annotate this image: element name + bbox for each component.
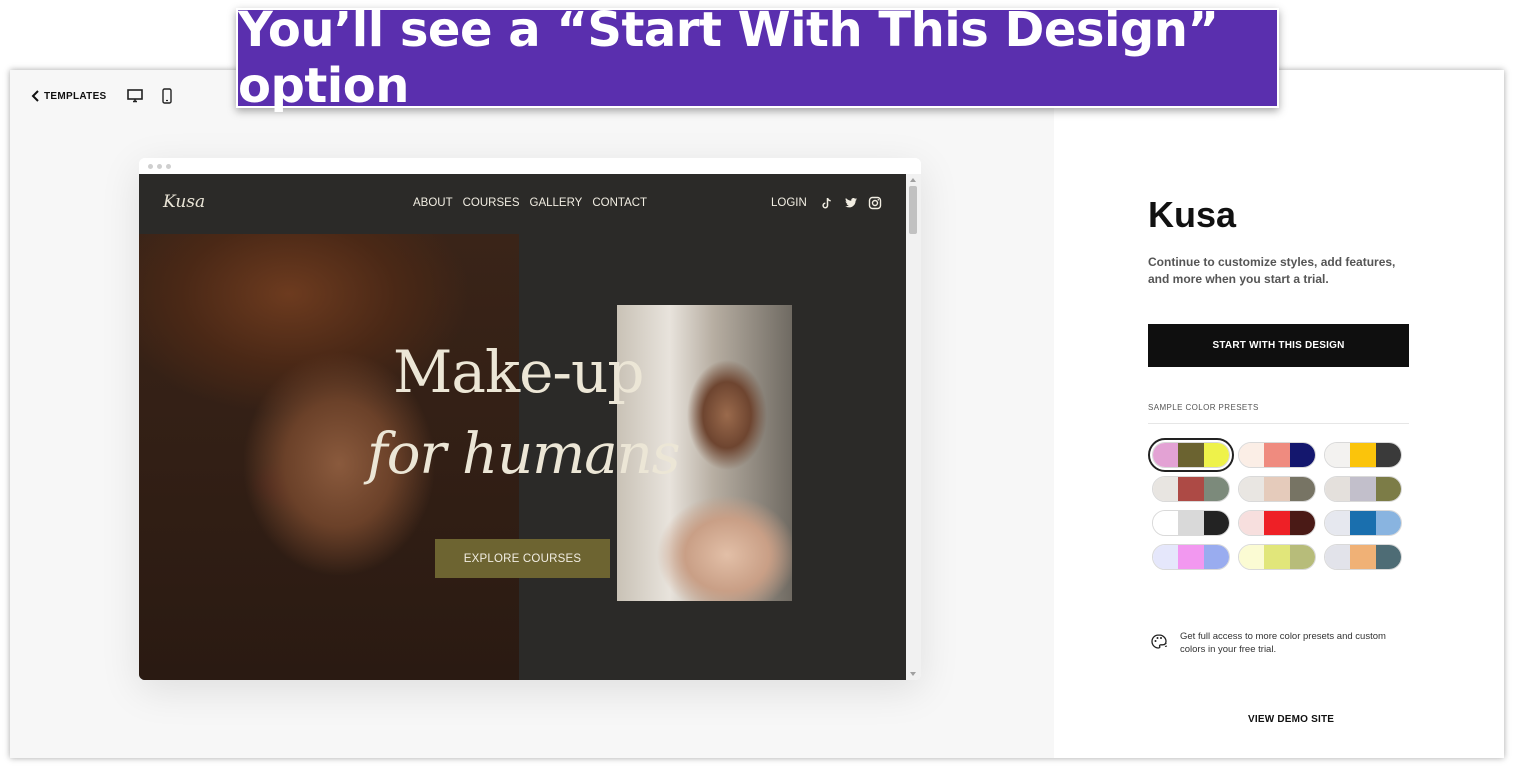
color-swatch	[1350, 443, 1376, 467]
chevron-left-icon	[31, 90, 39, 102]
templates-back-label: TEMPLATES	[44, 90, 107, 102]
color-swatch	[1264, 443, 1290, 467]
color-swatch	[1178, 477, 1204, 501]
browser-dot	[157, 163, 162, 169]
color-swatch	[1289, 545, 1315, 569]
color-swatch	[1178, 511, 1204, 535]
color-preset-8[interactable]	[1238, 510, 1316, 536]
color-preset-3[interactable]	[1324, 442, 1402, 468]
mobile-icon	[161, 88, 172, 104]
color-swatch	[1375, 511, 1401, 535]
preview-pane: TEMPLATES Kusa ABOUT COURSES GALLERY CON…	[10, 70, 1054, 758]
browser-dots	[139, 158, 921, 174]
hero-title-line1: Make-up	[393, 338, 645, 406]
instagram-icon[interactable]	[868, 196, 882, 210]
template-details-panel: Kusa Continue to customize styles, add f…	[1054, 70, 1504, 758]
presets-divider	[1148, 423, 1409, 424]
template-title: Kusa	[1148, 194, 1237, 235]
color-swatch	[1350, 477, 1376, 501]
site-preview: Kusa ABOUT COURSES GALLERY CONTACT LOGIN…	[139, 174, 906, 680]
color-swatch	[1203, 545, 1229, 569]
color-swatch	[1289, 511, 1315, 535]
color-swatch	[1264, 545, 1290, 569]
color-preset-4[interactable]	[1152, 476, 1230, 502]
site-nav-gallery[interactable]: GALLERY	[530, 197, 583, 209]
color-swatch	[1289, 443, 1315, 467]
start-with-this-design-button[interactable]: START WITH THIS DESIGN	[1148, 324, 1409, 367]
site-nav-courses[interactable]: COURSES	[463, 197, 520, 209]
site-login-link[interactable]: LOGIN	[771, 197, 807, 209]
color-swatch	[1325, 545, 1351, 569]
browser-dot	[148, 163, 153, 169]
color-swatch	[1153, 477, 1179, 501]
color-preset-5[interactable]	[1238, 476, 1316, 502]
palette-icon	[1151, 634, 1168, 649]
preview-toolbar: TEMPLATES	[28, 86, 177, 106]
upsell-note: Get full access to more color presets an…	[1150, 630, 1410, 656]
color-swatch	[1178, 545, 1204, 569]
scroll-down-arrow-icon[interactable]	[910, 672, 916, 676]
color-swatch	[1239, 511, 1265, 535]
color-swatch	[1325, 511, 1351, 535]
annotation-banner-text: You’ll see a “Start With This Design” op…	[238, 2, 1219, 114]
twitter-icon[interactable]	[844, 196, 858, 210]
color-swatch	[1203, 443, 1229, 467]
site-nav: ABOUT COURSES GALLERY CONTACT	[413, 197, 647, 209]
color-swatch	[1239, 443, 1265, 467]
color-swatch	[1375, 545, 1401, 569]
color-swatch	[1264, 477, 1290, 501]
template-preview-window: TEMPLATES Kusa ABOUT COURSES GALLERY CON…	[10, 70, 1504, 758]
color-swatch	[1350, 545, 1376, 569]
color-swatch	[1325, 443, 1351, 467]
color-swatch	[1153, 511, 1179, 535]
template-description: Continue to customize styles, add featur…	[1148, 255, 1396, 286]
color-swatch	[1203, 511, 1229, 535]
desktop-icon	[126, 89, 143, 103]
color-swatch	[1264, 511, 1290, 535]
color-preset-6[interactable]	[1324, 476, 1402, 502]
color-swatch	[1153, 443, 1179, 467]
color-preset-9[interactable]	[1324, 510, 1402, 536]
color-preset-1[interactable]	[1148, 438, 1234, 472]
site-nav-contact[interactable]: CONTACT	[592, 197, 647, 209]
explore-courses-button[interactable]: EXPLORE COURSES	[435, 539, 610, 578]
color-swatch	[1239, 545, 1265, 569]
desktop-view-button[interactable]	[125, 86, 145, 106]
hero-title-line2: for humans	[367, 422, 680, 487]
color-preset-7[interactable]	[1152, 510, 1230, 536]
scroll-up-arrow-icon[interactable]	[910, 178, 916, 182]
upsell-text: Get full access to more color presets an…	[1180, 631, 1386, 655]
preview-scrollbar[interactable]	[906, 174, 921, 680]
color-swatch	[1289, 477, 1315, 501]
site-nav-about[interactable]: ABOUT	[413, 197, 453, 209]
annotation-banner: You’ll see a “Start With This Design” op…	[236, 2, 1279, 114]
color-swatch	[1375, 477, 1401, 501]
color-swatch	[1325, 477, 1351, 501]
color-swatch	[1239, 477, 1265, 501]
presets-label: SAMPLE COLOR PRESETS	[1148, 403, 1259, 412]
templates-back-link[interactable]: TEMPLATES	[28, 88, 107, 104]
color-swatch	[1178, 443, 1204, 467]
mobile-view-button[interactable]	[157, 86, 177, 106]
view-demo-site-link[interactable]: VIEW DEMO SITE	[1248, 714, 1334, 725]
site-logo[interactable]: Kusa	[163, 192, 205, 212]
scrollbar-thumb[interactable]	[909, 186, 917, 234]
color-preset-11[interactable]	[1238, 544, 1316, 570]
color-swatch	[1375, 443, 1401, 467]
color-preset-12[interactable]	[1324, 544, 1402, 570]
color-swatch	[1350, 511, 1376, 535]
color-preset-10[interactable]	[1152, 544, 1230, 570]
browser-dot	[166, 163, 171, 169]
color-preset-2[interactable]	[1238, 442, 1316, 468]
color-swatch	[1153, 545, 1179, 569]
tiktok-icon[interactable]	[820, 196, 834, 210]
browser-mockup: Kusa ABOUT COURSES GALLERY CONTACT LOGIN…	[139, 158, 921, 680]
color-presets-grid	[1148, 438, 1402, 570]
color-swatch	[1203, 477, 1229, 501]
